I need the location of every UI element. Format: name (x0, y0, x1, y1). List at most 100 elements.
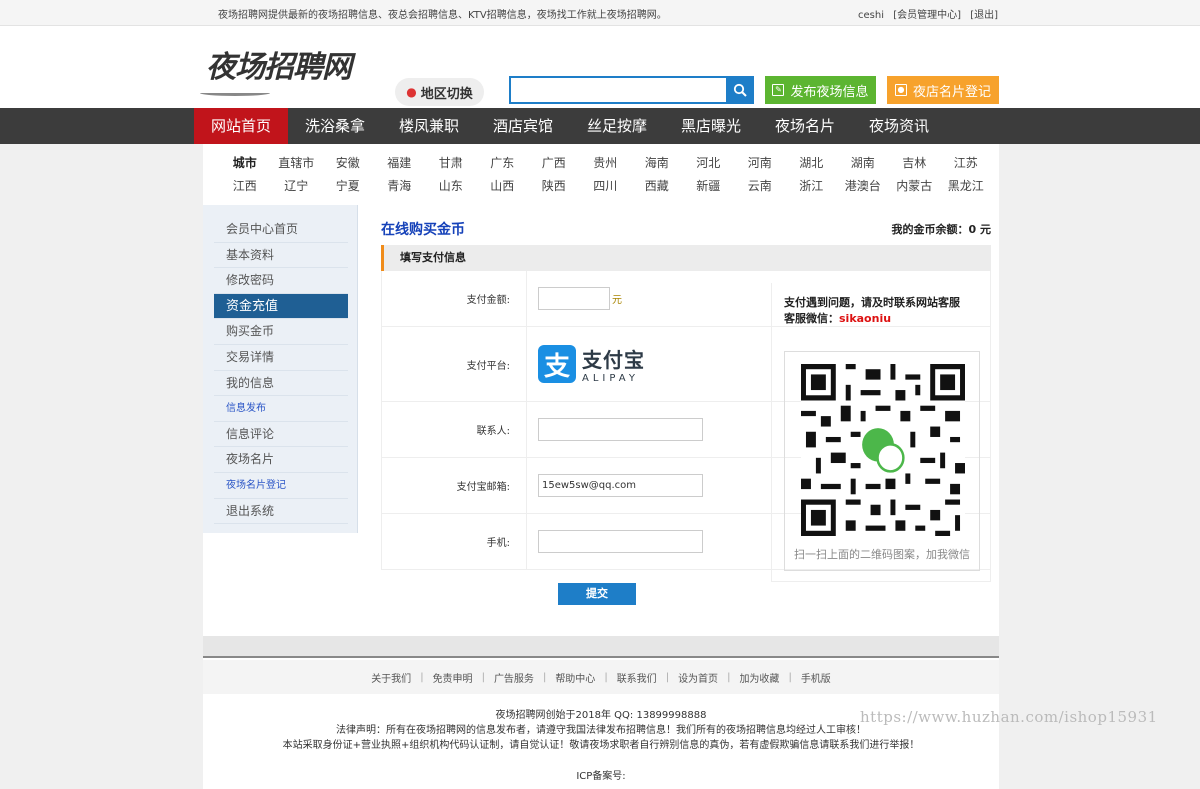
alipay-en: ALIPAY (582, 373, 639, 384)
help-message: 支付遇到问题，请及时联系网站客服 (784, 296, 960, 309)
email-label: 支付宝邮箱: (382, 458, 527, 513)
main-panel: 城市 直辖市 安徽 福建 甘肃 广东 广西 贵州 海南 河北 河南 湖北 湖南 吉林 江苏 江西 辽宁 宁夏 青海… (203, 144, 999, 789)
member-center-link[interactable]: [会员管理中心] (893, 10, 961, 21)
card-register-button[interactable]: ● 夜店名片登记 (887, 76, 999, 104)
region-switch-label: 地区切换 (420, 86, 473, 102)
sidebar-item[interactable]: 夜场名片登记 (214, 473, 348, 499)
city-link[interactable]: 福建 (374, 152, 426, 175)
city-link[interactable]: 黑龙江 (940, 175, 992, 198)
city-link[interactable]: 新疆 (683, 175, 735, 198)
alipay-icon: 支 (538, 345, 576, 383)
section-header: 填写支付信息 (381, 245, 991, 271)
city-link[interactable]: 山东 (425, 175, 477, 198)
city-link[interactable]: 江西 (219, 175, 271, 198)
purchase-content: 在线购买金币 我的金币余额：0 元 填写支付信息 支付金额: 元 支付平台: 支… (381, 219, 991, 605)
region-switch-button[interactable]: ● 地区切换 (395, 78, 484, 106)
qr-caption: 扫一扫上面的二维码图案，加我微信 (794, 548, 970, 561)
footer-link[interactable]: 帮助中心 (555, 670, 595, 685)
post-info-label: 发布夜场信息 (790, 84, 869, 100)
city-link[interactable]: 青海 (374, 175, 426, 198)
city-link[interactable]: 浙江 (786, 175, 838, 198)
sidebar-item[interactable]: 我的信息 (214, 371, 348, 397)
amount-input[interactable] (538, 287, 610, 310)
footer-link[interactable]: 手机版 (801, 670, 831, 685)
email-input[interactable]: 15ew5sw@qq.com (538, 474, 703, 497)
city-link[interactable]: 湖南 (837, 152, 889, 175)
nav-item-hotel[interactable]: 酒店宾馆 (476, 108, 570, 144)
sidebar-item[interactable]: 修改密码 (214, 268, 348, 294)
footer-separator: | (788, 671, 792, 683)
footer-link[interactable]: 免责申明 (433, 670, 473, 685)
footer-separator: | (420, 671, 424, 683)
city-link[interactable]: 陕西 (528, 175, 580, 198)
edit-icon: ✎ (772, 84, 785, 96)
city-link[interactable]: 四川 (580, 175, 632, 198)
city-link[interactable]: 海南 (631, 152, 683, 175)
sidebar-item[interactable]: 资金充值 (214, 293, 348, 320)
city-link[interactable]: 直辖市 (271, 152, 323, 175)
footer-verification: 本站采取身份证+营业执照+组织机构代码认证制，请自觉认证！敬请夜场求职者自行辨别… (282, 740, 920, 751)
city-link[interactable]: 甘肃 (425, 152, 477, 175)
sidebar-item[interactable]: 交易详情 (214, 345, 348, 371)
city-link[interactable]: 湖北 (786, 152, 838, 175)
city-link[interactable]: 港澳台 (837, 175, 889, 198)
footer-link[interactable]: 联系我们 (617, 670, 657, 685)
sidebar-item[interactable]: 会员中心首页 (214, 217, 348, 243)
footer-separator: | (604, 671, 608, 683)
site-logo[interactable]: 夜场招聘网 (206, 42, 352, 86)
phone-input[interactable] (538, 530, 703, 553)
city-link[interactable]: 河南 (734, 152, 786, 175)
search-icon (733, 83, 747, 97)
contact-input[interactable] (538, 418, 703, 441)
member-sidebar: 会员中心首页 基本资料 修改密码 资金充值 购买金币 交易详情 我的信息 信息发布 信息评论 夜场… (203, 205, 358, 533)
city-link[interactable]: 贵州 (580, 152, 632, 175)
nav-item-massage[interactable]: 丝足按摩 (570, 108, 664, 144)
contact-label: 联系人: (382, 402, 527, 457)
nav-item-home[interactable]: 网站首页 (194, 108, 288, 144)
sidebar-item[interactable]: 退出系统 (214, 499, 348, 525)
city-link[interactable]: 辽宁 (271, 175, 323, 198)
city-link[interactable]: 安徽 (322, 152, 374, 175)
platform-label: 支付平台: (382, 327, 527, 401)
logout-link[interactable]: [退出] (970, 10, 998, 21)
sidebar-item[interactable]: 信息评论 (214, 422, 348, 448)
city-link[interactable]: 广东 (477, 152, 529, 175)
amount-label: 支付金额: (382, 271, 527, 326)
footer-links: 关于我们 | 免责申明 | 广告服务 | 帮助中心 | 联系我们 | 设为首页 | 加为收藏 | 手机版 (203, 660, 999, 694)
footer-link[interactable]: 加为收藏 (739, 670, 779, 685)
card-register-label: 夜店名片登记 (912, 84, 991, 100)
city-link[interactable]: 西藏 (631, 175, 683, 198)
city-link[interactable]: 山西 (477, 175, 529, 198)
nav-item-sauna[interactable]: 洗浴桑拿 (288, 108, 382, 144)
nav-item-news[interactable]: 夜场资讯 (852, 108, 946, 144)
sidebar-item[interactable]: 夜场名片 (214, 447, 348, 473)
nav-item-parttime[interactable]: 楼凤兼职 (382, 108, 476, 144)
logo-swoosh (200, 90, 270, 96)
city-link[interactable]: 江苏 (940, 152, 992, 175)
footer-link[interactable]: 广告服务 (494, 670, 534, 685)
city-link[interactable]: 广西 (528, 152, 580, 175)
sidebar-item[interactable]: 购买金币 (214, 319, 348, 345)
footer-separator: | (481, 671, 485, 683)
city-link[interactable]: 吉林 (889, 152, 941, 175)
footer-link[interactable]: 关于我们 (371, 670, 411, 685)
city-heading: 城市 (232, 156, 257, 170)
sidebar-item[interactable]: 信息发布 (214, 396, 348, 422)
username[interactable]: ceshi (858, 10, 884, 21)
alipay-option[interactable]: 支 支付宝 ALIPAY (538, 344, 645, 384)
sidebar-item[interactable]: 基本资料 (214, 243, 348, 269)
nav-item-blacklist[interactable]: 黑店曝光 (664, 108, 758, 144)
alipay-cn: 支付宝 (582, 348, 645, 372)
city-link[interactable]: 云南 (734, 175, 786, 198)
header: 夜场招聘网 ● 地区切换 ✎ 发布夜场信息 ● 夜店名片登记 (0, 26, 1200, 108)
submit-button[interactable]: 提交 (558, 583, 636, 605)
city-link[interactable]: 内蒙古 (889, 175, 941, 198)
search-input[interactable] (509, 76, 726, 104)
nav-item-cards[interactable]: 夜场名片 (758, 108, 852, 144)
footer-link[interactable]: 设为首页 (678, 670, 718, 685)
search-button[interactable] (726, 76, 754, 104)
city-row: 江西 辽宁 宁夏 青海 山东 山西 陕西 四川 西藏 新疆 云南 浙江 港澳台 内蒙古 黑龙江 (219, 175, 999, 198)
post-info-button[interactable]: ✎ 发布夜场信息 (765, 76, 876, 104)
city-link[interactable]: 河北 (683, 152, 735, 175)
city-link[interactable]: 宁夏 (322, 175, 374, 198)
